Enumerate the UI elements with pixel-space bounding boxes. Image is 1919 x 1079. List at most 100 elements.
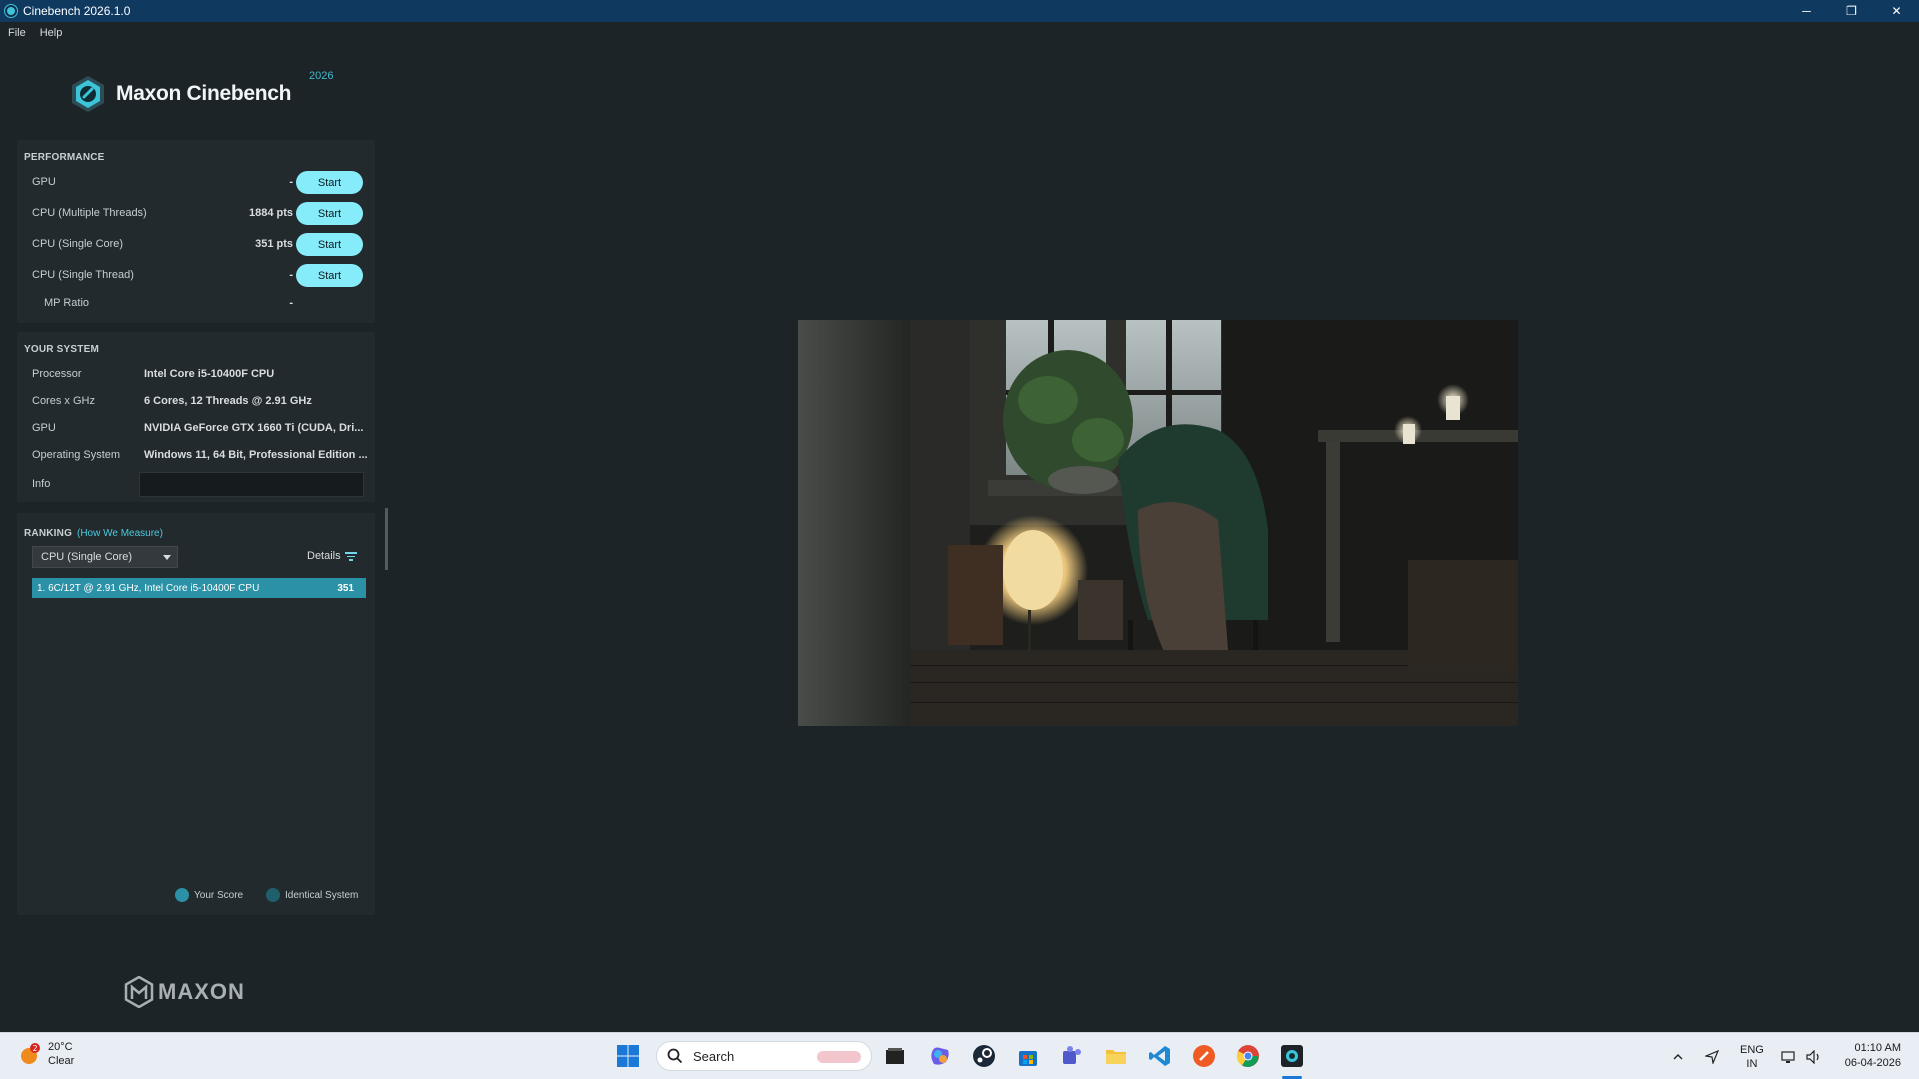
sys-value: NVIDIA GeForce GTX 1660 Ti (CUDA, Dri... bbox=[144, 422, 364, 434]
chevron-down-icon bbox=[163, 555, 171, 560]
search-placeholder: Search bbox=[693, 1048, 735, 1064]
perf-row-cpu-single-thread: CPU (Single Thread) - Start bbox=[17, 264, 375, 288]
render-preview-image bbox=[798, 320, 1518, 726]
ranking-mode-value: CPU (Single Core) bbox=[41, 551, 133, 563]
sys-label: Processor bbox=[32, 368, 82, 380]
steam-icon[interactable] bbox=[970, 1042, 998, 1070]
teams-icon[interactable] bbox=[1058, 1042, 1086, 1070]
ranking-panel: RANKING (How We Measure) CPU (Single Cor… bbox=[17, 513, 375, 915]
perf-label: CPU (Single Core) bbox=[32, 238, 124, 250]
language-code: ENG bbox=[1740, 1043, 1764, 1056]
perf-value: - bbox=[289, 269, 293, 281]
render-scene bbox=[798, 320, 1518, 726]
postman-icon[interactable] bbox=[1190, 1042, 1218, 1070]
menu-bar: File Help bbox=[0, 22, 76, 44]
vscode-icon[interactable] bbox=[1146, 1042, 1174, 1070]
ranking-entry[interactable]: 1. 6C/12T @ 2.91 GHz, Intel Core i5-1040… bbox=[32, 578, 366, 598]
clock-time: 01:10 AM bbox=[1854, 1042, 1901, 1054]
sys-row-processor: Processor Intel Core i5-10400F CPU bbox=[17, 365, 375, 385]
weather-condition: Clear bbox=[48, 1055, 75, 1067]
mp-ratio-value: - bbox=[289, 297, 293, 309]
logo-year: 2026 bbox=[309, 70, 334, 82]
taskbar: 2 20°C Clear Search ENG IN 01:10 AM 06-0… bbox=[0, 1032, 1919, 1079]
network-icon[interactable] bbox=[1781, 1033, 1797, 1079]
legend-your-score: Your Score bbox=[175, 888, 243, 902]
legend-dot bbox=[266, 888, 280, 902]
info-label: Info bbox=[32, 478, 51, 490]
perf-value: 351 pts bbox=[255, 238, 293, 250]
start-cpu-single-thread-button[interactable]: Start bbox=[296, 264, 363, 287]
perf-row-cpu-single-core: CPU (Single Core) 351 pts Start bbox=[17, 233, 375, 257]
sys-value: 6 Cores, 12 Threads @ 2.91 GHz bbox=[144, 395, 312, 407]
close-button[interactable]: ✕ bbox=[1874, 0, 1919, 22]
copilot-icon[interactable] bbox=[926, 1042, 954, 1070]
weather-icon: 2 bbox=[18, 1042, 42, 1066]
how-we-measure-link[interactable]: (How We Measure) bbox=[77, 528, 163, 539]
menu-file[interactable]: File bbox=[8, 27, 26, 39]
volume-icon[interactable] bbox=[1806, 1033, 1822, 1079]
ranking-title: RANKING bbox=[24, 528, 73, 539]
cinebench-logo-icon bbox=[72, 76, 104, 112]
perf-row-gpu: GPU - Start bbox=[17, 171, 375, 195]
start-icon[interactable] bbox=[614, 1042, 642, 1070]
cinebench-icon[interactable] bbox=[1278, 1042, 1306, 1070]
system-title: YOUR SYSTEM bbox=[24, 344, 99, 355]
maxon-logo: MAXON bbox=[124, 976, 245, 1008]
location-icon[interactable] bbox=[1705, 1033, 1719, 1079]
taskbar-search[interactable]: Search bbox=[656, 1041, 872, 1071]
tray-overflow-icon[interactable] bbox=[1672, 1033, 1684, 1079]
menu-help[interactable]: Help bbox=[40, 27, 63, 39]
sys-label: Cores x GHz bbox=[32, 395, 95, 407]
minimize-button[interactable]: ─ bbox=[1784, 0, 1829, 22]
sys-label: Operating System bbox=[32, 449, 121, 461]
perf-label: CPU (Single Thread) bbox=[32, 269, 134, 281]
ranking-entry-score: 351 bbox=[337, 582, 354, 594]
start-cpu-single-core-button[interactable]: Start bbox=[296, 233, 363, 256]
ranking-mode-select[interactable]: CPU (Single Core) bbox=[32, 546, 178, 568]
file-manager-icon[interactable] bbox=[881, 1042, 909, 1070]
weather-widget[interactable]: 2 20°C Clear bbox=[18, 1040, 74, 1068]
sys-row-os: Operating System Windows 11, 64 Bit, Pro… bbox=[17, 446, 375, 466]
search-highlight-image bbox=[817, 1051, 861, 1063]
perf-value: - bbox=[289, 176, 293, 188]
weather-badge: 2 bbox=[32, 1044, 37, 1053]
legend-label: Identical System bbox=[285, 889, 359, 901]
logo-text: Maxon Cinebench bbox=[116, 82, 292, 105]
sys-value: Intel Core i5-10400F CPU bbox=[144, 368, 275, 380]
legend-identical-system: Identical System bbox=[266, 888, 358, 902]
sidebar-scrollbar[interactable] bbox=[385, 508, 388, 570]
maxon-logo-icon bbox=[124, 976, 154, 1008]
perf-value: 1884 pts bbox=[248, 207, 293, 219]
cinebench-app-icon bbox=[5, 5, 17, 17]
sys-label: GPU bbox=[32, 422, 56, 434]
clock-date: 06-04-2026 bbox=[1844, 1057, 1901, 1069]
details-button[interactable]: Details bbox=[307, 550, 357, 562]
perf-label: GPU bbox=[32, 176, 56, 188]
language-indicator[interactable]: ENG IN bbox=[1740, 1033, 1764, 1079]
start-gpu-button[interactable]: Start bbox=[296, 171, 363, 194]
search-icon bbox=[667, 1048, 683, 1064]
store-icon[interactable] bbox=[1014, 1042, 1042, 1070]
restore-button[interactable]: ❐ bbox=[1829, 0, 1874, 22]
system-panel: YOUR SYSTEM Processor Intel Core i5-1040… bbox=[17, 332, 375, 502]
chrome-icon[interactable] bbox=[1234, 1042, 1262, 1070]
window-title: Cinebench 2026.1.0 bbox=[23, 4, 131, 18]
title-bar: Cinebench 2026.1.0 ─ ❐ ✕ bbox=[0, 0, 1919, 22]
cinebench-logo: Maxon Cinebench bbox=[68, 74, 292, 114]
sys-value: Windows 11, 64 Bit, Professional Edition… bbox=[144, 449, 368, 461]
mp-ratio-label: MP Ratio bbox=[44, 297, 90, 309]
info-field[interactable] bbox=[139, 472, 364, 497]
maxon-logo-text: MAXON bbox=[158, 979, 245, 1004]
legend-dot bbox=[175, 888, 189, 902]
perf-row-cpu-multi: CPU (Multiple Threads) 1884 pts Start bbox=[17, 202, 375, 226]
file-explorer-icon[interactable] bbox=[1102, 1042, 1130, 1070]
details-label: Details bbox=[307, 550, 341, 562]
start-cpu-multi-button[interactable]: Start bbox=[296, 202, 363, 225]
weather-temp: 20°C bbox=[48, 1041, 73, 1053]
perf-row-mp-ratio: MP Ratio - bbox=[17, 292, 375, 316]
taskbar-clock[interactable]: 01:10 AM 06-04-2026 bbox=[1845, 1041, 1901, 1071]
performance-title: PERFORMANCE bbox=[24, 152, 105, 163]
performance-panel: PERFORMANCE GPU - Start CPU (Multiple Th… bbox=[17, 140, 375, 323]
ranking-entry-text: 1. 6C/12T @ 2.91 GHz, Intel Core i5-1040… bbox=[37, 582, 260, 594]
sys-row-gpu: GPU NVIDIA GeForce GTX 1660 Ti (CUDA, Dr… bbox=[17, 419, 375, 439]
